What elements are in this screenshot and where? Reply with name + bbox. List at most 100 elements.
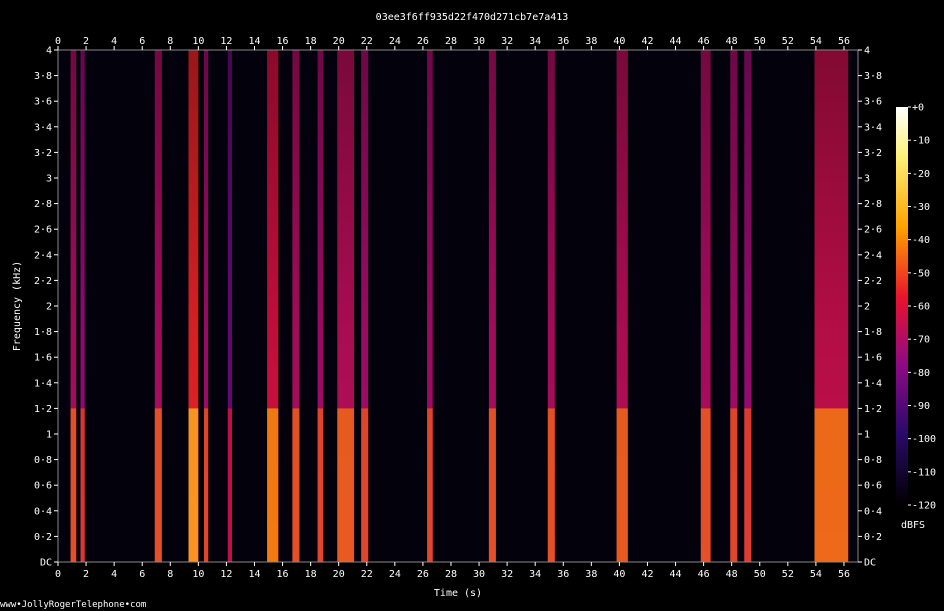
x-tick-label-20: 40 — [613, 569, 625, 580]
x-tick-label-top-24: 48 — [726, 36, 738, 47]
x-tick-label-4: 8 — [167, 569, 173, 580]
segment-lowband-12 — [488, 408, 496, 562]
y-tick-label-right-7: 1·4 — [864, 378, 882, 389]
colorbar-tick-label-3: -30 — [912, 202, 930, 213]
y-tick-label-3: 0·6 — [34, 481, 52, 492]
x-tick-label-13: 26 — [417, 569, 429, 580]
y-tick-label-15: 3 — [46, 174, 52, 185]
x-tick-label-top-11: 22 — [361, 36, 373, 47]
y-tick-label-right-16: 3·2 — [864, 148, 882, 159]
x-tick-label-28: 56 — [838, 569, 850, 580]
x-tick-label-top-19: 38 — [585, 36, 597, 47]
colorbar-tick-label-6: -60 — [912, 302, 930, 313]
y-tick-label-right-6: 1·2 — [864, 404, 882, 415]
segment-lowband-16 — [730, 408, 738, 562]
plot-area — [58, 50, 858, 562]
x-tick-label-6: 12 — [220, 569, 232, 580]
segment-lowband-15 — [700, 408, 711, 562]
x-tick-label-top-27: 54 — [810, 36, 822, 47]
y-tick-label-right-12: 2·4 — [864, 250, 882, 261]
spectrogram-chart: 03ee3f6ff935d22f470d271cb7e7a413 0022446… — [0, 12, 936, 610]
x-tick-label-top-15: 30 — [473, 36, 485, 47]
x-tick-label-top-7: 14 — [248, 36, 260, 47]
x-tick-label-25: 50 — [754, 569, 766, 580]
x-tick-label-top-16: 32 — [501, 36, 513, 47]
x-tick-label-9: 18 — [305, 569, 317, 580]
y-tick-label-19: 3·8 — [34, 71, 52, 82]
segment-lowband-9 — [337, 408, 355, 562]
x-tick-label-top-26: 52 — [782, 36, 794, 47]
x-tick-label-top-13: 26 — [417, 36, 429, 47]
y-tick-label-0: DC — [40, 558, 52, 569]
x-tick-label-27: 54 — [810, 569, 822, 580]
colorbar-tick-label-11: -110 — [912, 467, 936, 478]
colorbar-tick-label-1: -10 — [912, 136, 930, 147]
x-tick-label-top-4: 8 — [167, 36, 173, 47]
segment-lowband-13 — [547, 408, 555, 562]
y-tick-label-18: 3·6 — [34, 97, 52, 108]
chart-title: 03ee3f6ff935d22f470d271cb7e7a413 — [376, 12, 569, 23]
y-tick-label-17: 3·4 — [34, 122, 52, 133]
x-tick-label-12: 24 — [389, 569, 401, 580]
colorbar-tick-label-4: -40 — [912, 235, 930, 246]
x-tick-label-2: 4 — [111, 569, 117, 580]
y-tick-label-20: 4 — [46, 46, 52, 57]
segment-lowband-17 — [744, 408, 752, 562]
y-tick-label-6: 1·2 — [34, 404, 52, 415]
x-tick-label-top-10: 20 — [333, 36, 345, 47]
x-tick-label-23: 46 — [698, 569, 710, 580]
x-tick-label-top-9: 18 — [305, 36, 317, 47]
colorbar-tick-label-10: -100 — [912, 434, 936, 445]
x-tick-label-5: 10 — [192, 569, 204, 580]
x-tick-label-top-21: 42 — [641, 36, 653, 47]
y-tick-label-14: 2·8 — [34, 199, 52, 210]
x-tick-label-top-22: 44 — [670, 36, 682, 47]
colorbar — [896, 107, 908, 505]
x-tick-label-14: 28 — [445, 569, 457, 580]
y-tick-label-right-10: 2 — [864, 302, 870, 313]
y-tick-label-right-0: DC — [864, 558, 876, 569]
x-tick-label-top-5: 10 — [192, 36, 204, 47]
y-tick-label-1: 0·2 — [34, 532, 52, 543]
y-tick-label-right-20: 4 — [864, 46, 870, 57]
colorbar-tick-label-7: -70 — [912, 335, 930, 346]
x-tick-label-top-18: 36 — [557, 36, 569, 47]
x-tick-label-1: 2 — [83, 569, 89, 580]
x-tick-label-top-23: 46 — [698, 36, 710, 47]
x-tick-label-17: 34 — [529, 569, 541, 580]
x-tick-label-top-2: 4 — [111, 36, 117, 47]
segment-lowband-8 — [317, 408, 324, 562]
x-tick-label-top-25: 50 — [754, 36, 766, 47]
x-tick-label-top-12: 24 — [389, 36, 401, 47]
y-tick-label-13: 2·6 — [34, 225, 52, 236]
x-tick-label-top-0: 0 — [55, 36, 61, 47]
segment-lowband-4 — [204, 408, 209, 562]
y-tick-label-8: 1·6 — [34, 353, 52, 364]
segment-lowband-14 — [616, 408, 628, 562]
x-tick-label-top-1: 2 — [83, 36, 89, 47]
x-tick-label-top-28: 56 — [838, 36, 850, 47]
y-tick-label-right-19: 3·8 — [864, 71, 882, 82]
segment-lowband-10 — [361, 408, 369, 562]
x-tick-label-top-14: 28 — [445, 36, 457, 47]
segment-lowband-5 — [227, 408, 232, 562]
segment-lowband-18 — [814, 408, 849, 562]
y-tick-label-right-17: 3·4 — [864, 122, 882, 133]
x-tick-label-15: 30 — [473, 569, 485, 580]
colorbar-tick-label-12: -120 — [912, 501, 936, 512]
segment-lowband-7 — [292, 408, 300, 562]
y-tick-label-right-8: 1·6 — [864, 353, 882, 364]
y-tick-label-16: 3·2 — [34, 148, 52, 159]
segment-lowband-0 — [70, 408, 77, 562]
colorbar-label: dBFS — [901, 520, 925, 531]
segment-lowband-6 — [267, 408, 279, 562]
y-tick-label-5: 1 — [46, 430, 52, 441]
segment-lowband-11 — [427, 408, 433, 562]
y-tick-label-right-5: 1 — [864, 430, 870, 441]
y-tick-label-11: 2·2 — [34, 276, 52, 287]
segment-lowband-1 — [80, 408, 85, 562]
y-tick-label-right-13: 2·6 — [864, 225, 882, 236]
y-tick-label-9: 1·8 — [34, 327, 52, 338]
y-tick-label-right-4: 0·8 — [864, 455, 882, 466]
x-tick-label-8: 16 — [277, 569, 289, 580]
